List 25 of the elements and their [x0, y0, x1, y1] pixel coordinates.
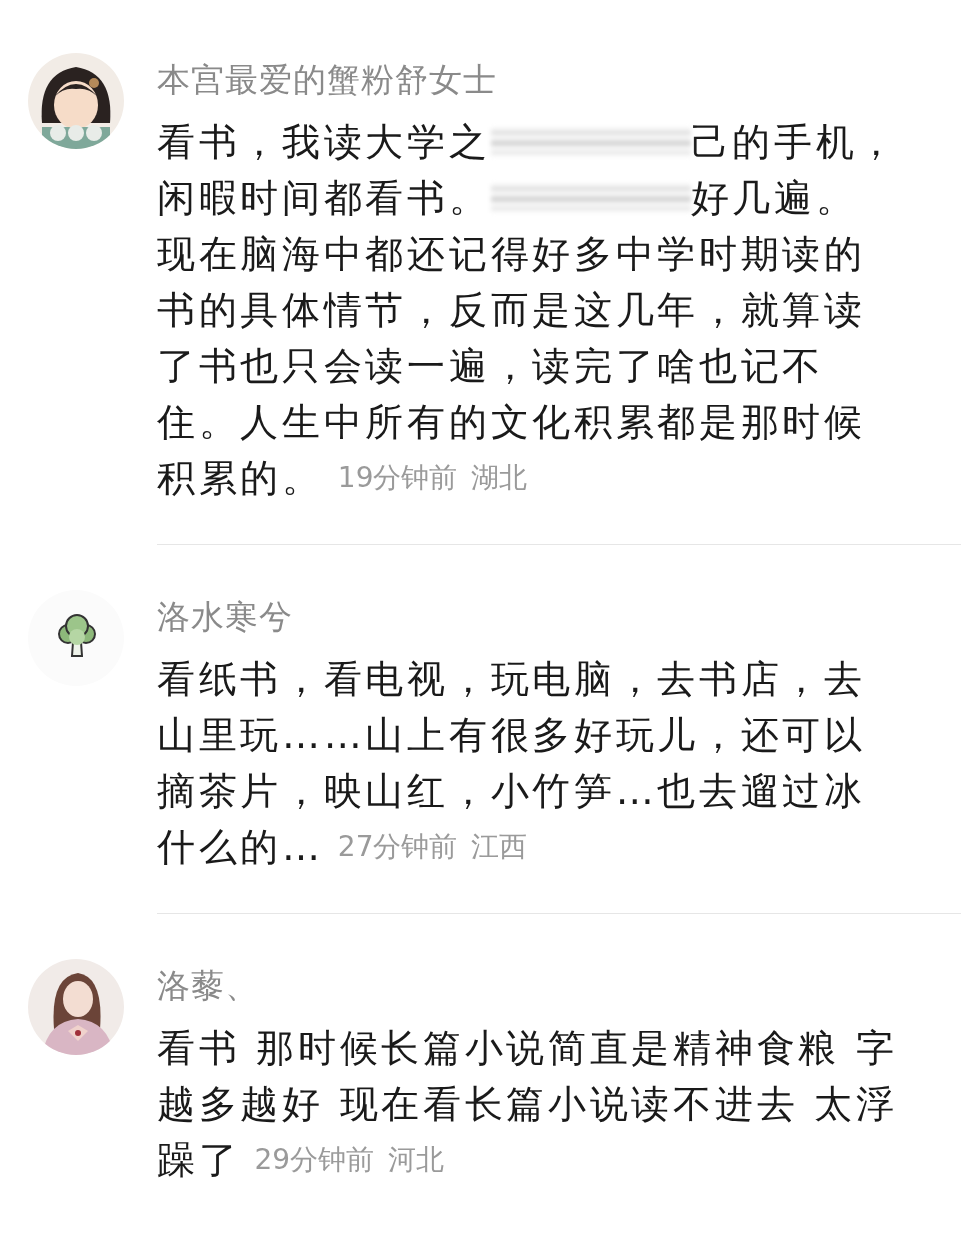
comment-text: 躁了 [157, 1137, 241, 1184]
comment-text: 己的手机， [690, 119, 900, 166]
comment-location: 湖北 [471, 460, 528, 496]
comment-time: 27分钟前 [337, 829, 458, 865]
comment-text: 越多越好 现在看长篇小说读不进去 太浮 [157, 1081, 898, 1128]
user-name[interactable]: 洛水寒兮 [157, 595, 293, 639]
comment-text: 闲暇时间都看书。 [157, 175, 491, 222]
comment-text: 现在脑海中都还记得好多中学时期读的 [157, 231, 866, 278]
comment-time: 19分钟前 [337, 460, 458, 496]
comment-text: 住。人生中所有的文化积累都是那时候 [157, 399, 866, 446]
comment-text: 山里玩……山上有很多好玩儿，还可以 [157, 712, 866, 759]
user-name[interactable]: 洛藜、 [157, 964, 259, 1008]
comment-text: 摘茶片，映山红，小竹笋…也去遛过冰 [157, 768, 866, 815]
comment-location: 河北 [388, 1142, 445, 1178]
comment-text: 了书也只会读一遍，读完了啥也记不 [157, 343, 825, 390]
comment-text: 看书，我读大学之 [157, 119, 491, 166]
user-name[interactable]: 本宫最爱的蟹粉舒女士 [157, 58, 497, 102]
comment-text: 好几遍。 [690, 175, 858, 222]
comment-text: 积累的。 [157, 455, 324, 502]
comment-time: 29分钟前 [254, 1142, 375, 1178]
comment-location: 江西 [471, 829, 528, 865]
comment-text: 看书 那时候长篇小说简直是精神食粮 字 [157, 1025, 898, 1072]
comment-text: 看纸书，看电视，玩电脑，去书店，去 [157, 656, 866, 703]
comment-text: 什么的… [157, 824, 324, 871]
comment-text: 书的具体情节，反而是这几年，就算读 [157, 287, 866, 334]
